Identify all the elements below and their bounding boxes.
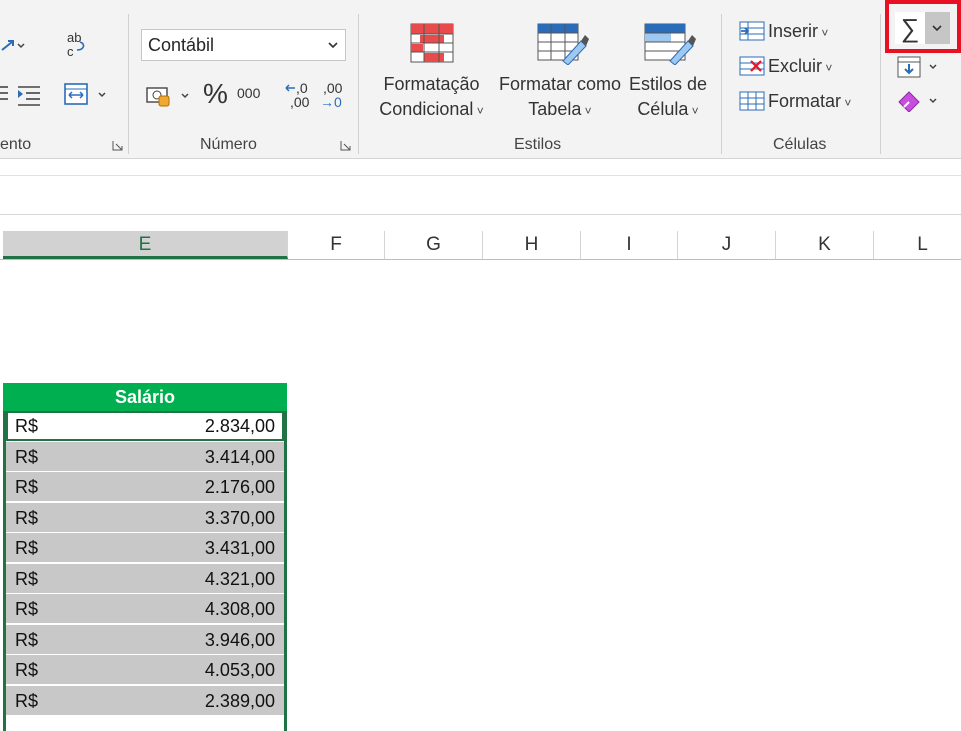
- worksheet-grid[interactable]: Salário R$ 2.834,00 R$ 3.414,00 R$ 2.176…: [0, 260, 961, 731]
- comma-style-button[interactable]: 000: [237, 85, 260, 101]
- insert-label: Inserir: [768, 21, 819, 41]
- format-label: Formatar: [768, 91, 842, 111]
- chevron-down-icon: ˅: [822, 61, 833, 75]
- conditional-formatting-button[interactable]: Formatação Condicional ˅: [374, 72, 489, 124]
- column-header-i[interactable]: I: [581, 231, 678, 259]
- table-row[interactable]: R$ 4.308,00: [6, 594, 284, 624]
- decrease-decimal-bottom: →0: [320, 94, 342, 110]
- column-headers: E F G H I J K L: [0, 231, 961, 260]
- column-header-l[interactable]: L: [874, 231, 961, 259]
- salary-value: 3.946,00: [204, 630, 275, 650]
- table-row[interactable]: R$ 3.946,00: [6, 625, 284, 655]
- salary-value: 3.414,00: [204, 447, 275, 467]
- format-as-table-line1: Formatar como: [498, 74, 622, 94]
- currency-symbol: R$: [15, 569, 39, 589]
- chevron-down-icon: ˅: [581, 104, 592, 118]
- cells-group-label: Células: [773, 136, 827, 153]
- currency-format-icon[interactable]: [146, 84, 194, 108]
- currency-symbol: R$: [15, 538, 39, 558]
- format-as-table-line2: Tabela: [528, 99, 582, 119]
- conditional-formatting-icon: [410, 23, 454, 63]
- cell-styles-line1: Estilos de: [628, 74, 708, 94]
- table-row[interactable]: R$ 2.176,00: [6, 472, 284, 502]
- ribbon: ab c ento Contábil % 000 ,0 ,00 ,00 →0 Nú…: [0, 0, 961, 159]
- increase-indent-icon[interactable]: [0, 84, 42, 106]
- currency-symbol: R$: [15, 508, 39, 528]
- column-header-f[interactable]: F: [288, 231, 385, 259]
- column-header-h[interactable]: H: [483, 231, 581, 259]
- currency-symbol: R$: [15, 599, 39, 619]
- currency-symbol: R$: [15, 630, 39, 650]
- number-format-dropdown[interactable]: Contábil: [141, 29, 346, 61]
- table-header-salario[interactable]: Salário: [3, 383, 287, 411]
- conditional-formatting-line1: Formatação: [383, 74, 480, 94]
- fill-icon[interactable]: [897, 56, 943, 80]
- conditional-formatting-line2: Condicional: [379, 99, 474, 119]
- delete-button[interactable]: Excluir ˅: [768, 56, 832, 77]
- alignment-launcher-icon[interactable]: [112, 138, 123, 151]
- formula-bar[interactable]: [0, 175, 961, 215]
- cell-styles-icon: [644, 23, 696, 66]
- chevron-down-icon: ˅: [688, 104, 699, 118]
- formula-area: [0, 159, 961, 231]
- salary-value: 2.389,00: [204, 691, 275, 711]
- format-button[interactable]: Formatar ˅: [768, 91, 851, 112]
- insert-cells-icon: [739, 20, 765, 42]
- orientation-icon[interactable]: [0, 36, 28, 56]
- increase-decimal-bottom: ,00: [290, 94, 310, 110]
- delete-label: Excluir: [768, 56, 823, 76]
- salary-value: 3.370,00: [204, 508, 275, 528]
- salary-value: 4.321,00: [204, 569, 275, 589]
- merge-center-icon[interactable]: [64, 82, 112, 106]
- table-row[interactable]: R$ 3.414,00: [6, 442, 284, 472]
- chevron-down-icon: [327, 30, 339, 71]
- chevron-down-icon: ˅: [818, 26, 829, 40]
- autosum-highlight: [885, 0, 961, 53]
- svg-text:c: c: [67, 44, 74, 59]
- format-as-table-button[interactable]: Formatar como Tabela ˅: [496, 72, 624, 124]
- wrap-text-icon[interactable]: ab c: [64, 30, 90, 60]
- column-header-g[interactable]: G: [385, 231, 483, 259]
- format-cells-icon: [739, 90, 765, 112]
- number-format-value: Contábil: [148, 35, 215, 55]
- salary-table-body: R$ 2.834,00 R$ 3.414,00 R$ 2.176,00 R$ 3…: [3, 411, 287, 731]
- currency-symbol: R$: [15, 691, 39, 711]
- table-row[interactable]: R$ 2.834,00: [6, 411, 284, 441]
- cell-styles-button[interactable]: Estilos de Célula ˅: [626, 72, 710, 124]
- table-row[interactable]: R$ 2.389,00: [6, 686, 284, 716]
- currency-symbol: R$: [15, 660, 39, 680]
- table-row[interactable]: R$ 3.431,00: [6, 533, 284, 563]
- table-row[interactable]: R$ 4.321,00: [6, 564, 284, 594]
- salary-value: 4.053,00: [204, 660, 275, 680]
- chevron-down-icon: ˅: [473, 104, 484, 118]
- salary-value: 2.834,00: [204, 416, 275, 436]
- number-launcher-icon[interactable]: [340, 138, 351, 151]
- chevron-down-icon: ˅: [841, 96, 852, 110]
- alignment-group-label: ento: [0, 136, 32, 153]
- format-as-table-icon: [537, 23, 589, 66]
- clear-eraser-icon[interactable]: [897, 88, 943, 113]
- column-header-j[interactable]: J: [678, 231, 776, 259]
- currency-symbol: R$: [15, 416, 39, 436]
- number-group-label: Número: [200, 136, 257, 153]
- column-header-k[interactable]: K: [776, 231, 874, 259]
- svg-text:ab: ab: [67, 30, 81, 45]
- table-row[interactable]: R$ 3.370,00: [6, 503, 284, 533]
- currency-symbol: R$: [15, 447, 39, 467]
- salary-value: 2.176,00: [204, 477, 275, 497]
- insert-button[interactable]: Inserir ˅: [768, 21, 828, 42]
- cell-styles-line2: Célula: [637, 99, 689, 119]
- salary-value: 3.431,00: [204, 538, 275, 558]
- table-row[interactable]: R$ 4.053,00: [6, 655, 284, 685]
- delete-cells-icon: [739, 55, 765, 77]
- styles-group-label: Estilos: [514, 136, 562, 153]
- column-header-e[interactable]: E: [3, 231, 288, 259]
- salary-value: 4.308,00: [204, 599, 275, 619]
- currency-symbol: R$: [15, 477, 39, 497]
- percent-style-button[interactable]: %: [203, 78, 228, 110]
